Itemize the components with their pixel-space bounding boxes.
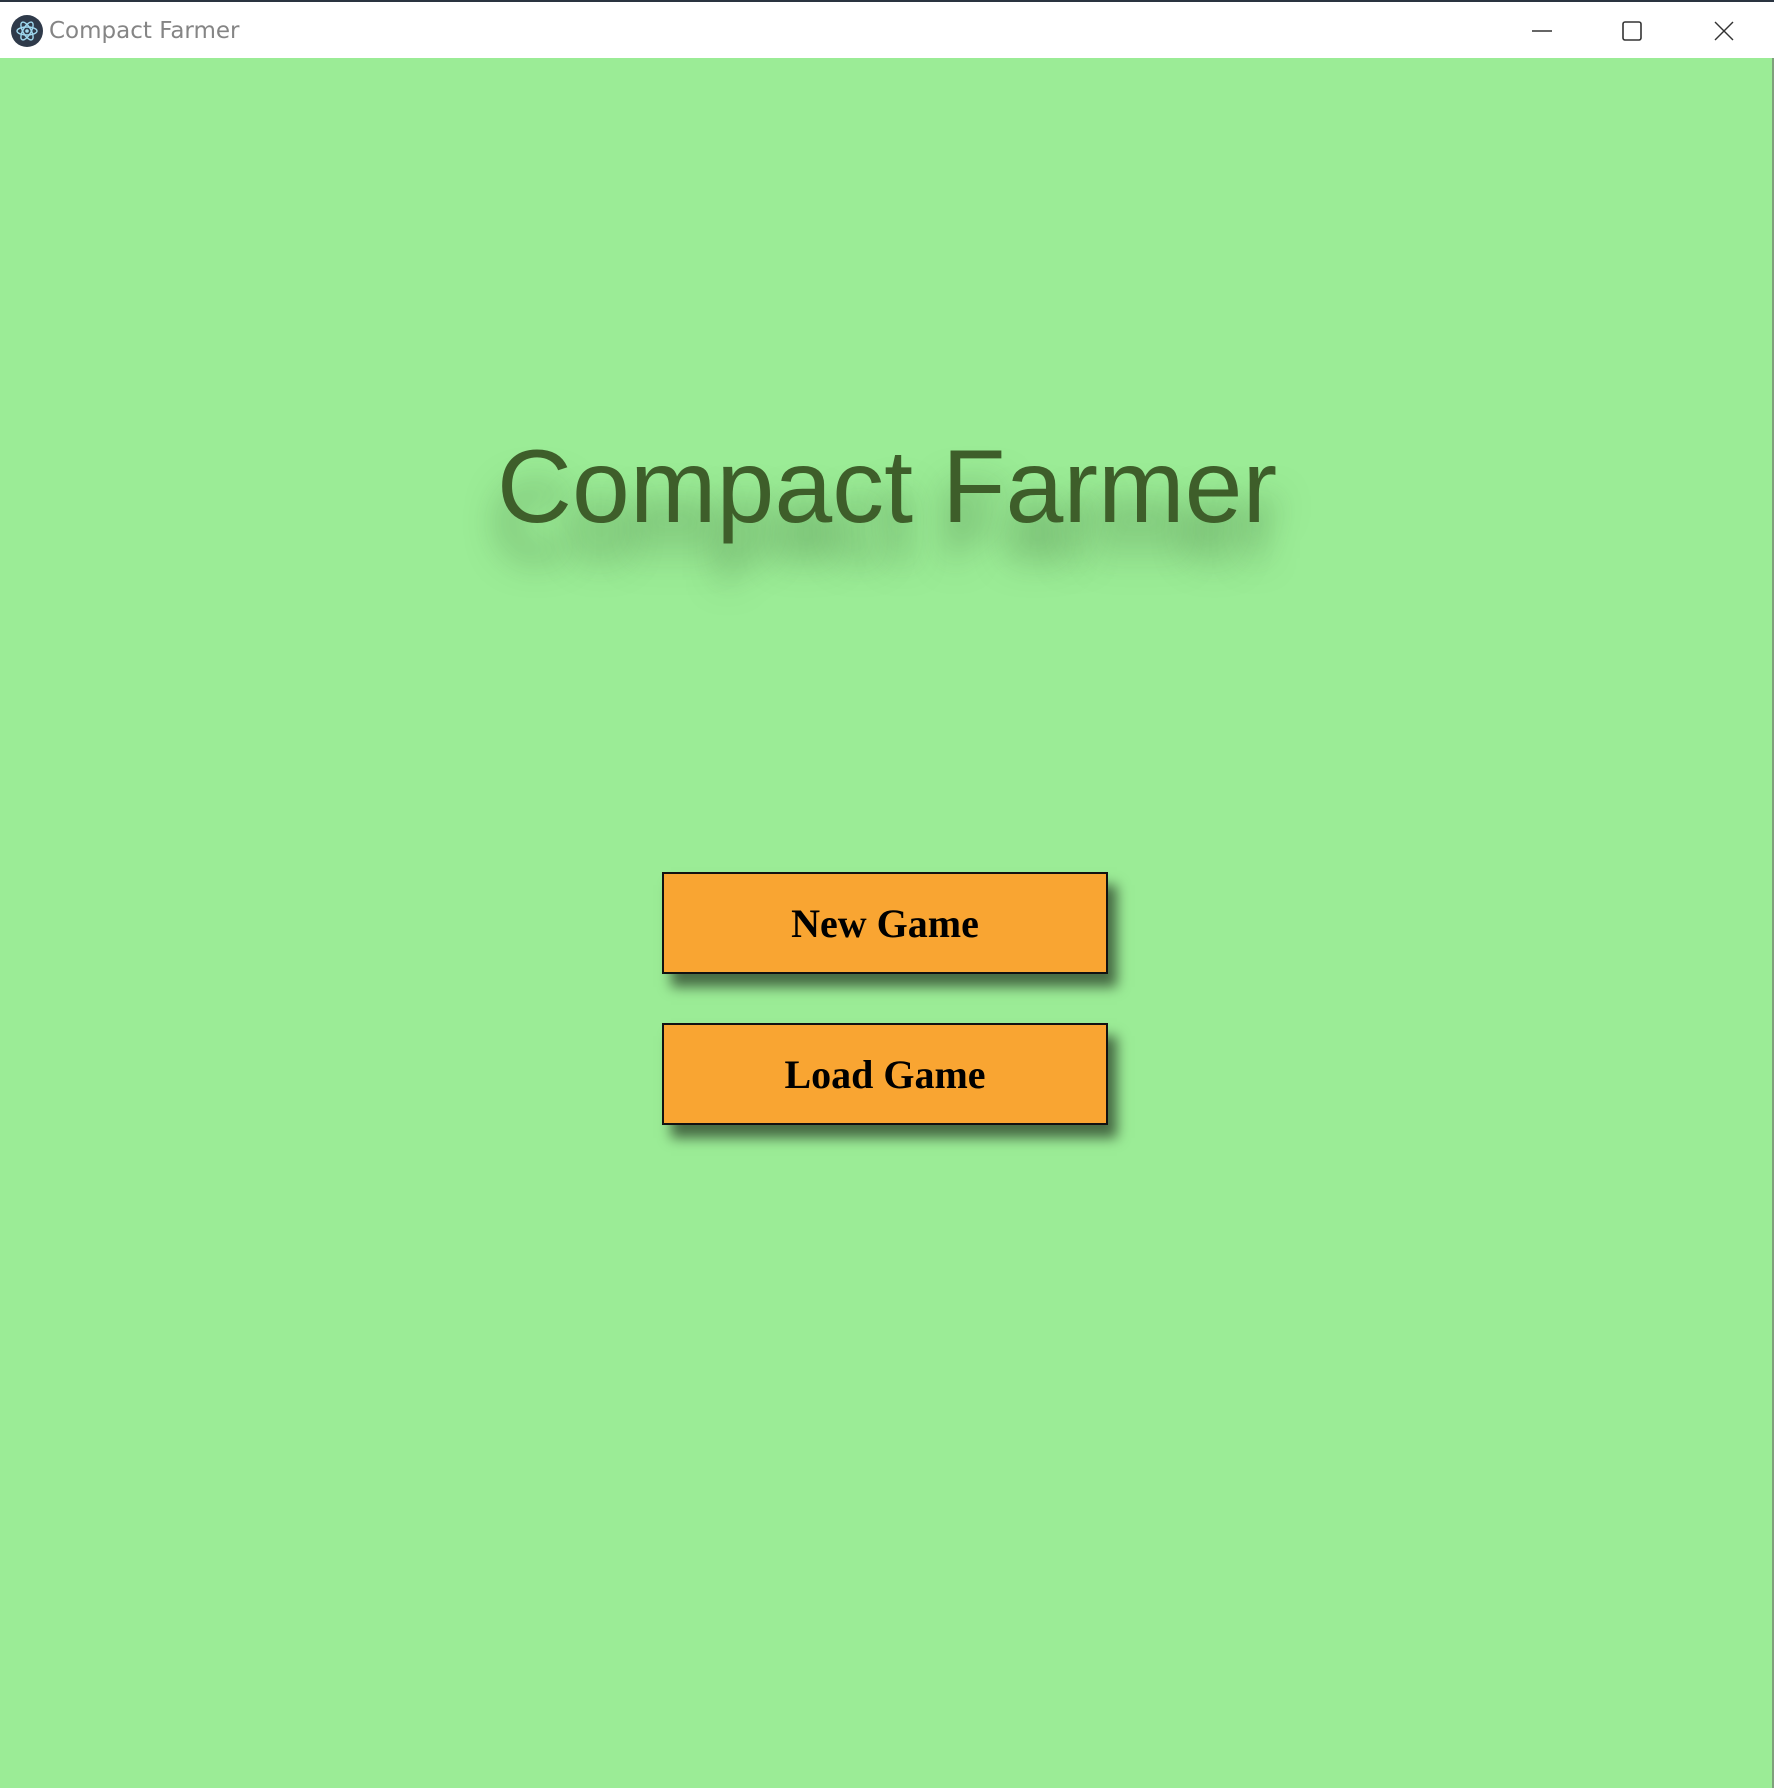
main-menu-screen: Compact Farmer New Game Load Game <box>0 58 1774 1788</box>
new-game-button[interactable]: New Game <box>662 872 1108 974</box>
close-button[interactable] <box>1678 4 1770 58</box>
game-title: Compact Farmer <box>496 429 1278 545</box>
window-title: Compact Farmer <box>49 18 240 44</box>
load-game-button[interactable]: Load Game <box>662 1023 1108 1125</box>
maximize-button[interactable] <box>1586 4 1678 58</box>
window-titlebar[interactable]: Compact Farmer <box>0 0 1774 58</box>
app-window: Compact Farmer Compact Farmer New Game L… <box>0 0 1774 1788</box>
maximize-icon <box>1622 21 1642 41</box>
close-icon <box>1714 21 1734 41</box>
electron-atom-icon <box>11 15 43 47</box>
minimize-icon <box>1532 30 1552 32</box>
minimize-button[interactable] <box>1496 4 1588 58</box>
